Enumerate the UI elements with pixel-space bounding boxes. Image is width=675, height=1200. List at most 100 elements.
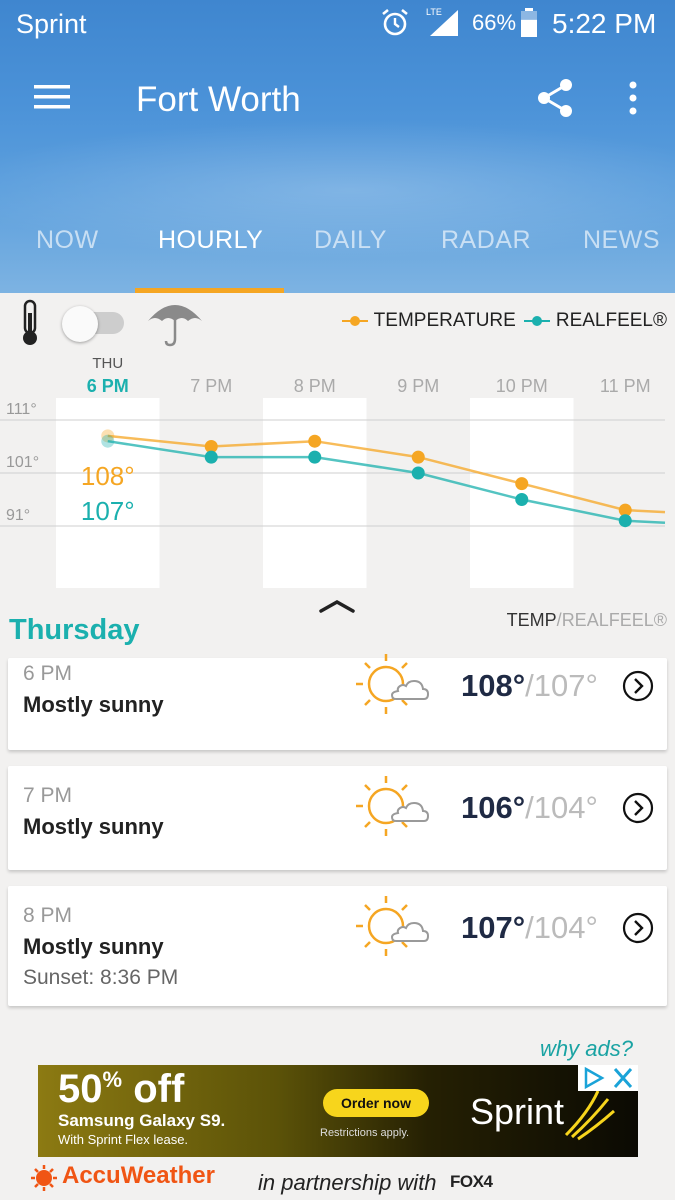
accuweather-logo-icon: [31, 1165, 57, 1191]
temp-column-label: TEMP: [506, 610, 557, 630]
card-temperature: 107°: [461, 910, 526, 945]
tab-daily[interactable]: DAILY: [314, 226, 387, 255]
tab-news[interactable]: NEWS: [583, 226, 660, 255]
chevron-right-icon[interactable]: [622, 792, 654, 824]
card-temperature: 108°: [461, 668, 526, 703]
card-realfeel: 104°: [533, 790, 598, 825]
battery-percent: 66%: [472, 10, 517, 35]
ad-restrictions: Restrictions apply.: [320, 1127, 410, 1139]
card-realfeel: 107°: [533, 668, 598, 703]
x-tick-label: 7 PM: [190, 376, 232, 396]
card-hour: 6 PM: [23, 662, 73, 685]
chart-day-label: THU: [92, 355, 123, 372]
mostly-sunny-icon: [350, 648, 430, 722]
x-tick-label: 9 PM: [397, 376, 439, 396]
sprint-logo-icon: [564, 1090, 615, 1141]
legend-realfeel: REALFEEL®: [523, 310, 667, 332]
ad-discount-number: 50: [58, 1067, 103, 1111]
card-sunset: Sunset: 8:36 PM: [23, 966, 179, 989]
tab-bar: NOW HOURLY DAILY RADAR NEWS: [0, 218, 675, 293]
chart-legend: TEMPERATURE REALFEEL®: [334, 310, 667, 332]
why-ads-link[interactable]: why ads?: [540, 1036, 633, 1062]
card-temps: 108°/107°: [461, 668, 598, 704]
carrier-name: Sprint: [16, 9, 87, 39]
partnership-text: in partnership with: [258, 1170, 437, 1195]
temp-realfeel-toggle[interactable]: TEMP/REALFEEL®: [507, 610, 667, 631]
chevron-right-icon[interactable]: [622, 912, 654, 944]
hourly-card[interactable]: 8 PM Mostly sunny Sunset: 8:36 PM 107°/104…: [8, 886, 667, 1006]
temperature-point: [515, 477, 529, 491]
ad-close-icon[interactable]: [608, 1065, 638, 1091]
chart-column-band: [56, 398, 160, 588]
card-hour: 8 PM: [23, 904, 73, 927]
temperature-point: [411, 450, 425, 464]
thermometer-icon[interactable]: [18, 299, 42, 347]
ad-discount-suffix: off: [133, 1067, 185, 1111]
card-hour: 7 PM: [23, 784, 73, 807]
status-bar: Sprint LTE 66% 5:22 PM: [0, 0, 675, 48]
card-condition: Mostly sunny: [23, 814, 164, 839]
x-tick-label: 8 PM: [294, 376, 336, 396]
legend-temperature: TEMPERATURE: [341, 310, 516, 332]
realfeel-column-label: REALFEEL®: [561, 610, 667, 630]
tab-radar[interactable]: RADAR: [441, 226, 531, 255]
lte-signal-icon: LTE: [426, 7, 458, 36]
card-realfeel: 104°: [533, 910, 598, 945]
series-line-temperature: [107, 434, 666, 514]
tab-hourly[interactable]: HOURLY: [158, 226, 263, 255]
accuweather-brand: AccuWeather: [62, 1162, 215, 1189]
mostly-sunny-icon: [350, 890, 430, 964]
card-temps: 106°/104°: [461, 790, 598, 826]
battery-icon: [521, 8, 537, 37]
ad-percent-sign: %: [102, 1067, 123, 1092]
card-condition: Mostly sunny: [23, 934, 164, 959]
chevron-right-icon[interactable]: [622, 670, 654, 702]
realfeel-point: [101, 434, 115, 448]
realfeel-point: [308, 450, 322, 464]
temperature-point: [308, 434, 322, 448]
tab-now[interactable]: NOW: [36, 226, 99, 255]
realfeel-point: [618, 514, 632, 528]
card-condition: Mostly sunny: [23, 692, 164, 717]
mostly-sunny-icon: [350, 770, 430, 844]
more-vertical-icon[interactable]: [622, 80, 644, 116]
legend-realfeel-swatch: [523, 316, 550, 326]
alarm-icon: [382, 8, 408, 36]
hourly-temperature-chart[interactable]: 111° 101° 91° THU 6 PM 7 PM 8 PM 9 PM 10 PM 11 PM…: [0, 350, 675, 600]
card-temp-separator: /: [525, 668, 534, 703]
hourly-card[interactable]: 7 PM Mostly sunny 106°/104°: [8, 766, 667, 870]
ad-area: why ads? 50% off Samsung Galaxy S9. With…: [0, 1030, 675, 1200]
y-tick-label: 111°: [6, 401, 37, 418]
x-tick-label: 11 PM: [600, 376, 651, 396]
ad-banner[interactable]: 50% off Samsung Galaxy S9. With Sprint F…: [38, 1065, 638, 1157]
ad-product: Samsung Galaxy S9.: [58, 1111, 226, 1130]
status-clock: 5:22 PM: [552, 8, 657, 39]
precipitation-toggle[interactable]: [62, 306, 124, 342]
realfeel-point: [515, 493, 529, 506]
ad-order-button[interactable]: Order now: [323, 1089, 429, 1117]
chevron-up-icon[interactable]: [318, 598, 356, 614]
x-tick-label: 10 PM: [496, 376, 548, 396]
y-tick-label: 101°: [6, 454, 39, 471]
legend-realfeel-label: REALFEEL®: [555, 310, 667, 331]
y-tick-label: 91°: [6, 507, 30, 524]
adchoices-icon[interactable]: [578, 1065, 608, 1091]
x-tick-label: 6 PM: [87, 376, 129, 396]
ad-discount: 50% off: [58, 1067, 184, 1112]
fox4-logo: FOX4: [450, 1172, 493, 1191]
location-title[interactable]: Fort Worth: [136, 80, 301, 120]
umbrella-icon[interactable]: [146, 295, 204, 349]
toggle-knob: [62, 306, 98, 342]
share-icon[interactable]: [536, 78, 574, 118]
ad-fineprint: With Sprint Flex lease.: [58, 1132, 189, 1147]
chart-column-band: [263, 398, 367, 588]
day-title: Thursday: [9, 614, 140, 646]
hamburger-menu-icon[interactable]: [34, 83, 70, 111]
highlight-realfeel-label: 107°: [81, 496, 135, 526]
card-temp-separator: /: [525, 910, 534, 945]
card-temps: 107°/104°: [461, 910, 598, 946]
hourly-card[interactable]: 6 PM Mostly sunny 108°/107°: [8, 654, 667, 750]
realfeel-point: [411, 466, 425, 480]
svg-text:LTE: LTE: [426, 7, 442, 17]
legend-temperature-swatch: [341, 316, 368, 326]
